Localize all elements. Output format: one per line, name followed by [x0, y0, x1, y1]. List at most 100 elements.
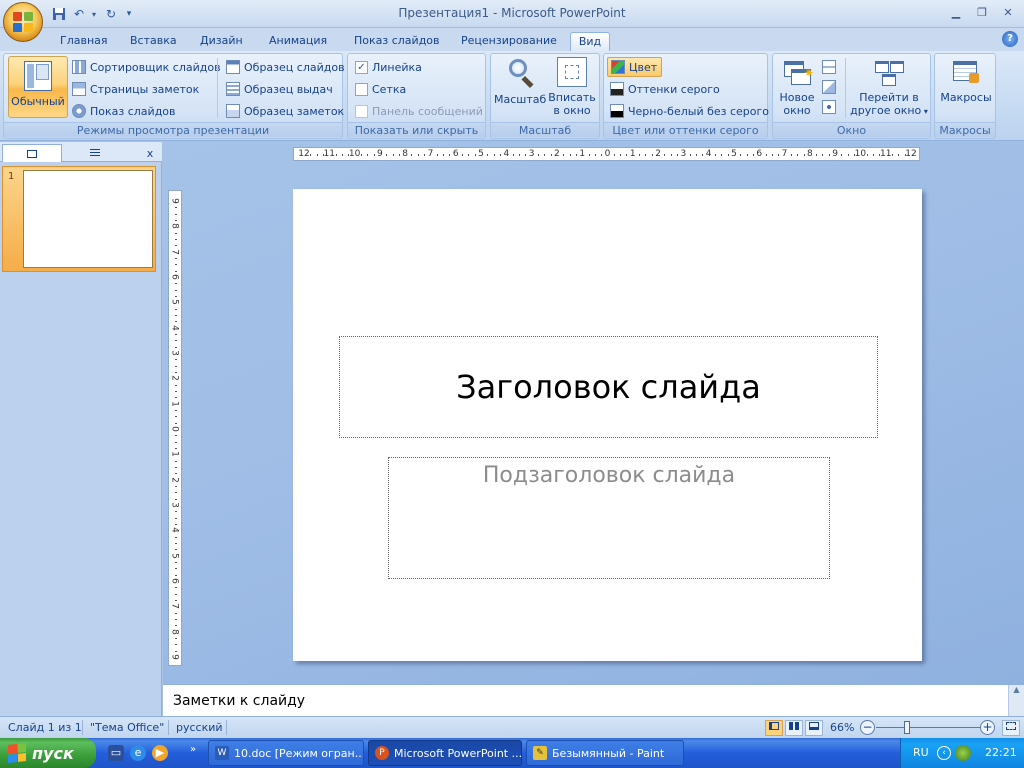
notes-master-button[interactable]: Образец заметок — [226, 101, 344, 121]
notes-pane[interactable]: Заметки к слайду ▲ — [163, 684, 1024, 717]
tray-expand-icon[interactable]: ‹ — [937, 746, 951, 760]
undo-icon[interactable]: ↶ — [72, 5, 86, 23]
tab-design[interactable]: Дизайн — [194, 32, 249, 52]
undo-dropdown-icon[interactable]: ▾ — [90, 5, 98, 23]
language-indicator[interactable]: RU — [913, 746, 929, 759]
grayscale-button[interactable]: Оттенки серого — [610, 79, 720, 99]
fit-slide-status-button[interactable] — [1002, 720, 1020, 736]
fit-to-window-button[interactable]: Вписать в окно — [547, 57, 597, 117]
notes-placeholder[interactable]: Заметки к слайду — [173, 693, 305, 709]
office-button[interactable] — [3, 2, 43, 42]
slide-canvas[interactable]: Заголовок слайда Подзаголовок слайда — [293, 189, 922, 661]
group-label-views: Режимы просмотра презентации — [4, 122, 342, 137]
tab-insert[interactable]: Вставка — [124, 32, 183, 52]
tab-review[interactable]: Рецензирование — [455, 32, 563, 52]
quick-launch-more-icon[interactable]: » — [190, 744, 196, 755]
title-bar: Презентация1 - Microsoft PowerPoint ↶ ▾ … — [0, 0, 1024, 28]
slide-thumbnail[interactable] — [23, 170, 153, 268]
media-player-icon[interactable]: ▶ — [152, 745, 168, 761]
macros-icon — [951, 57, 981, 87]
start-button[interactable]: пуск — [0, 738, 96, 768]
taskbar-item-powerpoint[interactable]: P Microsoft PowerPoint ... — [368, 740, 522, 766]
ruler-tick-mark — [677, 154, 679, 156]
switch-window-button[interactable]: Перейти в другое окно ▾ — [849, 57, 929, 118]
close-icon[interactable]: ✕ — [996, 3, 1020, 21]
taskbar-item-paint[interactable]: ✎ Безымянный - Paint — [526, 740, 684, 766]
tab-outline[interactable] — [64, 144, 126, 162]
normal-view-button[interactable]: Обычный — [8, 56, 68, 118]
new-window-label-1: Новое — [779, 91, 815, 104]
ruler-tick-label: 1 — [579, 149, 586, 159]
zoom-out-icon[interactable]: − — [860, 720, 875, 735]
notes-master-label: Образец заметок — [244, 104, 345, 118]
tab-view[interactable]: Вид — [570, 32, 610, 52]
tab-slide-show[interactable]: Показ слайдов — [348, 32, 446, 52]
zoom-slider-track[interactable] — [876, 727, 980, 728]
tab-home[interactable]: Главная — [54, 32, 114, 52]
notes-scrollbar[interactable]: ▲ — [1008, 685, 1024, 717]
close-panel-icon[interactable]: x — [142, 144, 158, 162]
tray-app-icon[interactable] — [955, 745, 971, 761]
ruler-label: Линейка — [372, 60, 422, 74]
notes-page-label: Страницы заметок — [90, 82, 200, 96]
zoom-slider-thumb[interactable] — [904, 721, 910, 734]
black-white-button[interactable]: Черно-белый без серого — [610, 101, 769, 121]
save-icon[interactable] — [50, 5, 68, 23]
ruler-tick-mark — [689, 154, 691, 156]
sorter-view-status-button[interactable] — [785, 720, 803, 736]
minimize-icon[interactable]: ▁ — [944, 3, 968, 21]
move-split-icon[interactable] — [822, 100, 836, 114]
help-icon[interactable]: ? — [1002, 31, 1018, 47]
customize-qat-icon[interactable]: ▾ — [124, 5, 134, 23]
macros-button[interactable]: Макросы — [938, 57, 994, 104]
cascade-icon[interactable] — [822, 80, 836, 94]
clock[interactable]: 22:21 — [985, 746, 1017, 759]
new-window-button[interactable]: ✷ Новое окно — [775, 57, 819, 117]
fit-label-line1: Вписать — [548, 91, 596, 104]
notes-page-button[interactable]: Страницы заметок — [72, 79, 199, 99]
normal-view-status-button[interactable] — [765, 720, 783, 736]
slideshow-status-button[interactable] — [805, 720, 823, 736]
handout-master-button[interactable]: Образец выдач — [226, 79, 333, 99]
slide-thumbnail-selected[interactable]: 1 — [2, 166, 156, 272]
slide-sorter-button[interactable]: Сортировщик слайдов — [72, 57, 221, 77]
grid-checkbox[interactable]: Сетка — [355, 79, 406, 99]
taskbar-item-word[interactable]: W 10.doc [Режим огран... — [208, 740, 364, 766]
slide-show-button[interactable]: Показ слайдов — [72, 101, 176, 121]
status-language[interactable]: русский — [176, 721, 223, 734]
show-desktop-icon[interactable]: ▭ — [108, 745, 124, 761]
restore-icon[interactable]: ❐ — [970, 3, 994, 21]
ruler-tick-mark — [175, 283, 177, 285]
ruler-tick-label: 10 — [854, 149, 867, 159]
grid-check-icon — [355, 82, 368, 96]
ruler-tick-mark — [822, 154, 824, 156]
scroll-up-icon[interactable]: ▲ — [1009, 685, 1024, 694]
zoom-button[interactable]: Масштаб — [494, 57, 546, 106]
ruler-tick-mark — [175, 359, 177, 361]
arrange-all-icon[interactable] — [822, 60, 836, 74]
title-placeholder[interactable]: Заголовок слайда — [339, 336, 878, 438]
slideshow-status-icon — [809, 722, 819, 730]
tab-slides[interactable] — [2, 144, 62, 162]
fit-label-line2: в окно — [553, 104, 591, 117]
ruler-tick-mark — [639, 154, 641, 156]
black-white-label: Черно-белый без серого — [628, 104, 770, 118]
ruler-tick-mark — [746, 154, 748, 156]
ruler-tick-mark — [175, 422, 177, 424]
internet-explorer-icon[interactable]: e — [130, 745, 146, 761]
color-button[interactable]: Цвет — [607, 57, 663, 77]
subtitle-placeholder[interactable]: Подзаголовок слайда — [388, 457, 830, 579]
ruler-tick-mark — [175, 239, 177, 240]
system-tray: RU ‹ 22:21 — [900, 738, 1024, 768]
tab-animation[interactable]: Анимация — [263, 32, 333, 52]
ruler-checkbox[interactable]: ✓ Линейка — [355, 57, 422, 77]
zoom-in-icon[interactable]: + — [980, 720, 995, 735]
slide-master-button[interactable]: Образец слайдов — [226, 57, 345, 77]
ruler-tick-mark — [175, 384, 177, 386]
ruler-tick-mark — [620, 154, 622, 156]
redo-icon[interactable]: ↻ — [102, 5, 120, 23]
color-swatch-icon — [611, 60, 625, 74]
ruler-tick-mark — [175, 321, 177, 323]
ruler-tick-mark — [175, 289, 177, 291]
zoom-percent[interactable]: 66% — [830, 721, 854, 734]
